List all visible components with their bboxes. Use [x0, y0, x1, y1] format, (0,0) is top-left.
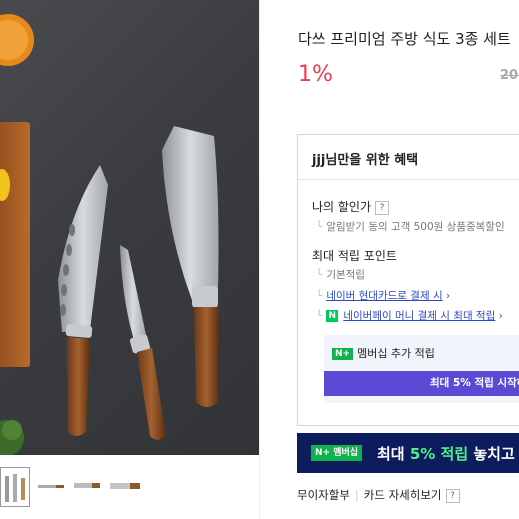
- membership-start-button[interactable]: 최대 5% 적립 시작하기: [324, 371, 519, 396]
- npay-money-link[interactable]: 네이버페이 머니 결제 시 최대 적립: [343, 310, 495, 322]
- product-image: [0, 0, 259, 455]
- membership-banner-badge: N+ 멤버십: [311, 445, 363, 461]
- npay-money-row: └ N 네이버페이 머니 결제 시 최대 적립 ›: [316, 310, 503, 322]
- membership-extra-text: 멤버십 추가 적립: [357, 347, 435, 360]
- chevron-right-icon: ›: [442, 290, 451, 302]
- membership-extra-row: N+ 멤버십 추가 적립: [332, 345, 435, 361]
- naver-pay-icon: N: [326, 310, 339, 322]
- banner-text-suffix: 놓치고 있다면?: [473, 445, 519, 463]
- original-price: 200: [500, 68, 519, 83]
- question-mark-icon[interactable]: ?: [375, 200, 390, 215]
- product-title: 다쓰 프리미엄 주방 식도 3종 세트: [298, 30, 511, 48]
- cleaver-knife: [162, 126, 219, 407]
- thumbnail-2[interactable]: [36, 467, 66, 507]
- basic-points-text: 기본적립: [326, 269, 365, 281]
- card-links: 무이자할부 | 카드 자세히보기?: [297, 487, 460, 503]
- max-points-label: 최대 적립 포인트: [312, 249, 397, 263]
- cutting-board: [0, 122, 30, 367]
- membership-badge: N+: [332, 348, 354, 360]
- my-discount-note-text: 알림받기 동의 고객 500원 상품중복할인: [326, 221, 505, 233]
- question-mark-icon[interactable]: ?: [445, 488, 460, 503]
- interest-free-link[interactable]: 무이자할부: [297, 488, 350, 502]
- card-detail-link[interactable]: 카드 자세히보기: [364, 488, 442, 502]
- thumbnail-3[interactable]: [72, 467, 102, 507]
- paring-knife: [120, 245, 166, 440]
- product-info-panel: 다쓰 프리미엄 주방 식도 3종 세트 1% 200 jjj님만을 위한 혜택 …: [259, 0, 519, 519]
- hyundai-card-link[interactable]: 네이버 현대카드로 결제 시: [326, 290, 442, 302]
- benefit-title: jjj님만을 위한 혜택: [312, 153, 419, 168]
- my-discount-note: └ 알림받기 동의 고객 500원 상품중복할인: [316, 221, 505, 233]
- basic-points-row: └ 기본적립: [316, 269, 365, 281]
- my-discount-label: 나의 할인가: [312, 200, 372, 214]
- chevron-right-icon: ›: [495, 310, 503, 322]
- knife-set-illustration: [0, 14, 219, 455]
- my-discount-row: 나의 할인가?: [312, 198, 390, 215]
- membership-box: N+멤버십 추가 적립 최대 5% 적립 시작하기: [324, 335, 519, 403]
- banner-text-prefix: 최대: [377, 445, 410, 463]
- thumbnail-strip: [0, 467, 259, 507]
- thumbnail-1[interactable]: [0, 467, 30, 507]
- thumbnail-4[interactable]: [108, 467, 142, 507]
- banner-text-highlight: 5% 적립: [409, 445, 469, 463]
- santoku-knife: [58, 165, 108, 436]
- benefit-box: jjj님만을 위한 혜택 나의 할인가? └ 알림받기 동의 고객 500원 상품…: [297, 134, 519, 426]
- benefit-header: jjj님만을 위한 혜택: [298, 135, 519, 180]
- discount-rate: 1%: [298, 62, 333, 87]
- membership-banner-text: 최대 5% 적립 놓치고 있다면?: [377, 443, 519, 464]
- hyundai-card-row: └ 네이버 현대카드로 결제 시 ›: [316, 290, 451, 302]
- membership-banner[interactable]: N+ 멤버십 최대 5% 적립 놓치고 있다면?: [297, 433, 519, 473]
